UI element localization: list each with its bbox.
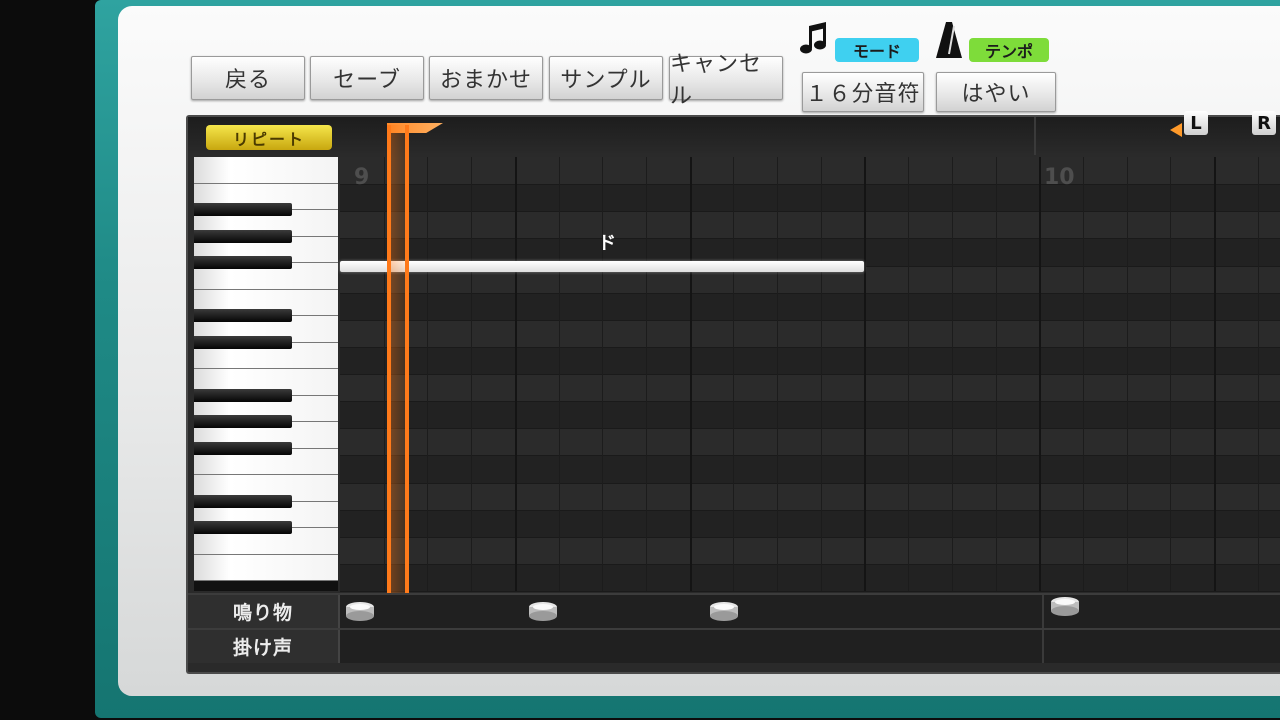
grid-line [733, 157, 735, 591]
grid-line [777, 157, 778, 591]
grid-row [340, 374, 1280, 403]
cancel-button[interactable]: キャンセル [669, 52, 783, 109]
grid-row [340, 184, 1280, 213]
mode-select[interactable]: １６分音符 [802, 72, 924, 112]
drum-icon[interactable] [1050, 596, 1080, 616]
loop-left-marker[interactable]: L [1184, 111, 1208, 135]
grid-row [340, 292, 1280, 321]
piano-black-key[interactable] [194, 494, 292, 508]
grid-line [1214, 157, 1216, 591]
grid-line [1039, 157, 1042, 591]
grid-line [689, 157, 692, 591]
grid-line [558, 157, 560, 591]
grid-line [1082, 157, 1084, 591]
grid-line [1257, 157, 1259, 591]
grid-row [340, 319, 1280, 348]
grid-line [908, 157, 910, 591]
repeat-button[interactable]: リピート [206, 125, 332, 150]
grid-row [340, 563, 1280, 592]
percussion-track-label: 鳴り物 [188, 595, 340, 628]
piano-black-key[interactable] [194, 335, 292, 349]
voice-track-label: 掛け声 [188, 630, 340, 663]
grid-line [820, 157, 822, 591]
grid-row [340, 401, 1280, 430]
piano-black-key[interactable] [194, 229, 292, 243]
loop-left-arrow-icon [1170, 123, 1182, 137]
grid-line [1170, 157, 1172, 591]
grid-line [427, 157, 429, 591]
music-note-icon [800, 22, 830, 56]
back-button[interactable]: 戻る [191, 56, 305, 100]
bar-divider [1042, 595, 1044, 628]
note-editor: リピート L R ド 9 10 鳴り物 掛け声 [186, 111, 1280, 674]
bar-divider [1034, 117, 1036, 155]
auto-button[interactable]: おまかせ [429, 56, 543, 100]
tempo-tag: テンポ [969, 38, 1049, 62]
piano-white-key[interactable] [194, 554, 338, 581]
grid-line [995, 157, 997, 591]
tempo-select[interactable]: はやい [936, 72, 1056, 112]
grid-line [864, 157, 867, 591]
grid-line [383, 157, 385, 591]
note-grid[interactable]: ド 9 10 [340, 157, 1280, 592]
grid-row [340, 509, 1280, 538]
note-name-label: ド [598, 233, 616, 254]
timeline-bar[interactable]: リピート L R [188, 111, 1280, 155]
piano-black-key[interactable] [194, 256, 292, 269]
drum-icon[interactable] [528, 601, 558, 621]
grid-line [1126, 157, 1128, 591]
metronome-icon [934, 20, 964, 60]
piano-black-key[interactable] [194, 203, 292, 216]
loop-right-marker[interactable]: R [1252, 111, 1276, 135]
grid-row [340, 346, 1280, 375]
piano-keyboard[interactable] [194, 157, 338, 591]
grid-row [340, 536, 1280, 565]
grid-line [602, 157, 604, 591]
percussion-track[interactable]: 鳴り物 [188, 593, 1280, 628]
grid-row [340, 428, 1280, 457]
grid-line [645, 157, 647, 591]
grid-line [951, 157, 953, 591]
piano-black-key[interactable] [194, 388, 292, 402]
playhead[interactable] [387, 125, 409, 661]
grid-row [340, 482, 1280, 511]
piano-black-key[interactable] [194, 521, 292, 534]
drum-icon[interactable] [345, 601, 375, 621]
save-button[interactable]: セーブ [310, 56, 424, 100]
piano-black-key[interactable] [194, 309, 292, 322]
voice-track[interactable]: 掛け声 [188, 628, 1280, 663]
bar-divider [1042, 630, 1044, 663]
note-block[interactable] [340, 261, 864, 272]
bar-number: 9 [354, 165, 370, 190]
mode-tag: モード [835, 38, 919, 62]
piano-white-key[interactable] [194, 157, 338, 184]
piano-black-key[interactable] [194, 441, 292, 455]
sample-button[interactable]: サンプル [549, 56, 663, 100]
drum-icon[interactable] [709, 601, 739, 621]
grid-row [340, 455, 1280, 484]
grid-line [471, 157, 473, 591]
piano-black-key[interactable] [194, 415, 292, 428]
bar-number: 10 [1044, 165, 1075, 190]
grid-row [340, 157, 1280, 186]
grid-line [514, 157, 517, 591]
grid-row [340, 211, 1280, 240]
